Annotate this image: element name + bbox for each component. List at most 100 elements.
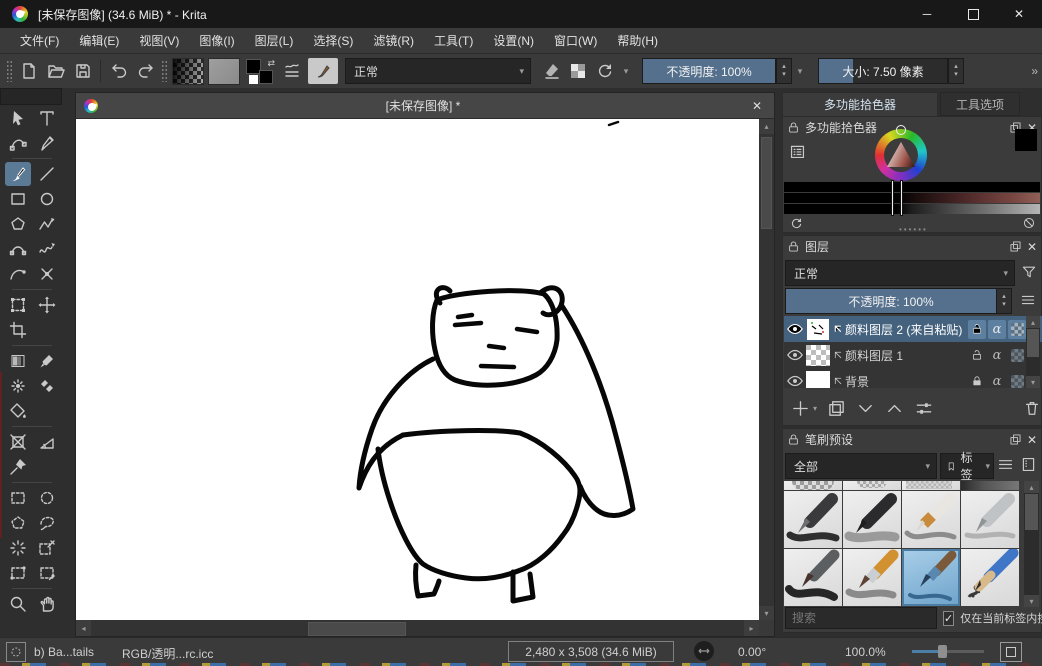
tab-advanced-color-selector[interactable]: 多功能拾色器 xyxy=(782,92,938,116)
layer-opacity-slider[interactable]: 不透明度: 100% xyxy=(785,288,997,314)
tool-polygon[interactable] xyxy=(5,212,31,236)
blending-mode-dropdown[interactable]: 正常 ▾ xyxy=(345,58,531,84)
brush-preset-marker[interactable] xyxy=(843,491,901,548)
refresh-icon[interactable] xyxy=(789,216,804,231)
tool-freehand-path[interactable] xyxy=(34,237,60,261)
opacity-options-caret[interactable]: ▾ xyxy=(792,59,808,83)
float-docker-icon[interactable] xyxy=(1009,240,1022,253)
canvas-rotation-icon[interactable] xyxy=(694,641,714,661)
tool-dynamic-brush[interactable] xyxy=(5,262,31,286)
vscroll-thumb[interactable] xyxy=(761,137,772,229)
menu-select[interactable]: 选择(S) xyxy=(303,32,363,49)
menu-view[interactable]: 视图(V) xyxy=(129,32,189,49)
resize-handle[interactable]: •••••• xyxy=(899,228,928,232)
menu-edit[interactable]: 编辑(E) xyxy=(69,32,129,49)
layer-menu-icon[interactable] xyxy=(1020,292,1036,308)
scroll-left-icon[interactable]: ◂ xyxy=(76,620,91,636)
brush-preset-partial[interactable] xyxy=(902,481,960,490)
display-mode-icon[interactable] xyxy=(1020,456,1037,473)
shade-bar-3[interactable] xyxy=(784,204,1040,214)
move-layer-up-icon[interactable] xyxy=(885,399,904,418)
zoom-slider-handle[interactable] xyxy=(938,645,947,658)
color-profile-label[interactable]: RGB/透明...rc.icc xyxy=(122,645,213,662)
brush-preset-white-pen[interactable] xyxy=(902,491,960,548)
canvas[interactable] xyxy=(76,119,759,621)
tool-color-sampler[interactable] xyxy=(34,349,60,373)
tag-button[interactable]: 标签 ▾ xyxy=(940,453,994,479)
tool-smart-patch[interactable] xyxy=(34,374,60,398)
zoom-percentage[interactable]: 100.0% xyxy=(845,645,886,659)
tool-move[interactable] xyxy=(34,293,60,317)
filter-funnel-icon[interactable] xyxy=(1021,264,1037,280)
brush-filter-dropdown[interactable]: 全部 ▾ xyxy=(785,453,937,479)
add-layer-icon[interactable] xyxy=(791,399,810,418)
layer-opacity-spinner[interactable]: ▴▾ xyxy=(996,288,1012,314)
tool-ellipse-select[interactable] xyxy=(34,486,60,510)
close-docker-button[interactable]: ✕ xyxy=(1027,433,1037,447)
menu-filter[interactable]: 滤镜(R) xyxy=(363,32,424,49)
reload-preset-button[interactable] xyxy=(591,58,618,85)
undo-button[interactable] xyxy=(105,58,132,85)
shade-bar-1[interactable] xyxy=(784,182,1040,192)
blocked-colors-icon[interactable] xyxy=(1022,216,1036,230)
preserve-alpha-button[interactable] xyxy=(564,58,591,85)
tool-assistants[interactable] xyxy=(5,430,31,454)
tool-zoom[interactable] xyxy=(5,592,31,616)
menu-window[interactable]: 窗口(W) xyxy=(544,32,607,49)
delete-layer-icon[interactable] xyxy=(1023,399,1041,417)
presets-menu-icon[interactable] xyxy=(997,456,1014,473)
layer-lock-toggle[interactable] xyxy=(968,346,986,365)
tool-bezier-curve[interactable] xyxy=(5,237,31,261)
tool-transform[interactable] xyxy=(5,293,31,317)
tool-rectangle[interactable] xyxy=(5,187,31,211)
inherit-alpha-toggle[interactable] xyxy=(1008,346,1026,365)
tool-text[interactable] xyxy=(34,106,60,130)
size-spinner[interactable]: ▴▾ xyxy=(948,58,964,84)
brush-preset-orange-brush[interactable] xyxy=(843,549,901,606)
new-document-button[interactable] xyxy=(15,58,42,85)
move-layer-down-icon[interactable] xyxy=(856,399,875,418)
duplicate-layer-icon[interactable] xyxy=(827,399,846,418)
lock-icon[interactable] xyxy=(787,433,800,446)
tool-gradient[interactable] xyxy=(5,349,31,373)
brush-preset-ink-pen[interactable] xyxy=(784,491,842,548)
search-scope-checkbox[interactable]: ✓ xyxy=(943,611,954,626)
tool-line[interactable] xyxy=(34,162,60,186)
tool-magnetic-select[interactable] xyxy=(34,561,60,585)
shade-handle[interactable] xyxy=(900,180,903,216)
tool-edit-shapes[interactable] xyxy=(5,131,31,155)
opacity-spinner[interactable]: ▴▾ xyxy=(776,58,792,84)
brush-preset-partial[interactable] xyxy=(784,481,842,490)
tool-freehand-brush[interactable] xyxy=(5,162,31,186)
tool-transform-select[interactable] xyxy=(5,106,31,130)
maximize-button[interactable] xyxy=(950,0,996,28)
layer-properties-icon[interactable] xyxy=(914,399,934,418)
layer-lock-toggle[interactable] xyxy=(968,320,986,339)
toolbox-handle[interactable] xyxy=(0,88,62,105)
add-layer-caret[interactable]: ▾ xyxy=(813,404,817,413)
minimize-button[interactable]: ─ xyxy=(904,0,950,28)
inherit-alpha-toggle[interactable] xyxy=(1008,372,1026,389)
tool-ellipse[interactable] xyxy=(34,187,60,211)
brush-preset-partial[interactable] xyxy=(961,481,1019,490)
document-close-button[interactable]: ✕ xyxy=(740,99,774,113)
tool-rect-select[interactable] xyxy=(5,486,31,510)
shade-bar-2[interactable] xyxy=(784,193,1040,203)
open-document-button[interactable] xyxy=(42,58,69,85)
document-titlebar[interactable]: [未保存图像] * ✕ xyxy=(76,93,774,119)
visibility-eye-icon[interactable] xyxy=(786,348,804,362)
scroll-up-icon[interactable]: ▴ xyxy=(1026,316,1040,328)
menu-help[interactable]: 帮助(H) xyxy=(607,32,668,49)
eraser-mode-button[interactable] xyxy=(537,58,564,85)
tool-crop[interactable] xyxy=(5,318,31,342)
menu-file[interactable]: 文件(F) xyxy=(10,32,69,49)
menu-layer[interactable]: 图层(L) xyxy=(245,32,304,49)
tool-polyline[interactable] xyxy=(34,212,60,236)
layer-blending-dropdown[interactable]: 正常 ▾ xyxy=(785,260,1015,286)
shade-handle[interactable] xyxy=(891,180,894,216)
tool-freehand-select[interactable] xyxy=(34,511,60,535)
selection-indicator-icon[interactable] xyxy=(6,642,26,662)
layer-list-scrollbar[interactable]: ▴ ▾ xyxy=(1026,316,1040,388)
scroll-down-icon[interactable]: ▾ xyxy=(1024,595,1039,607)
toolbar-overflow-button[interactable]: » xyxy=(1031,64,1038,78)
